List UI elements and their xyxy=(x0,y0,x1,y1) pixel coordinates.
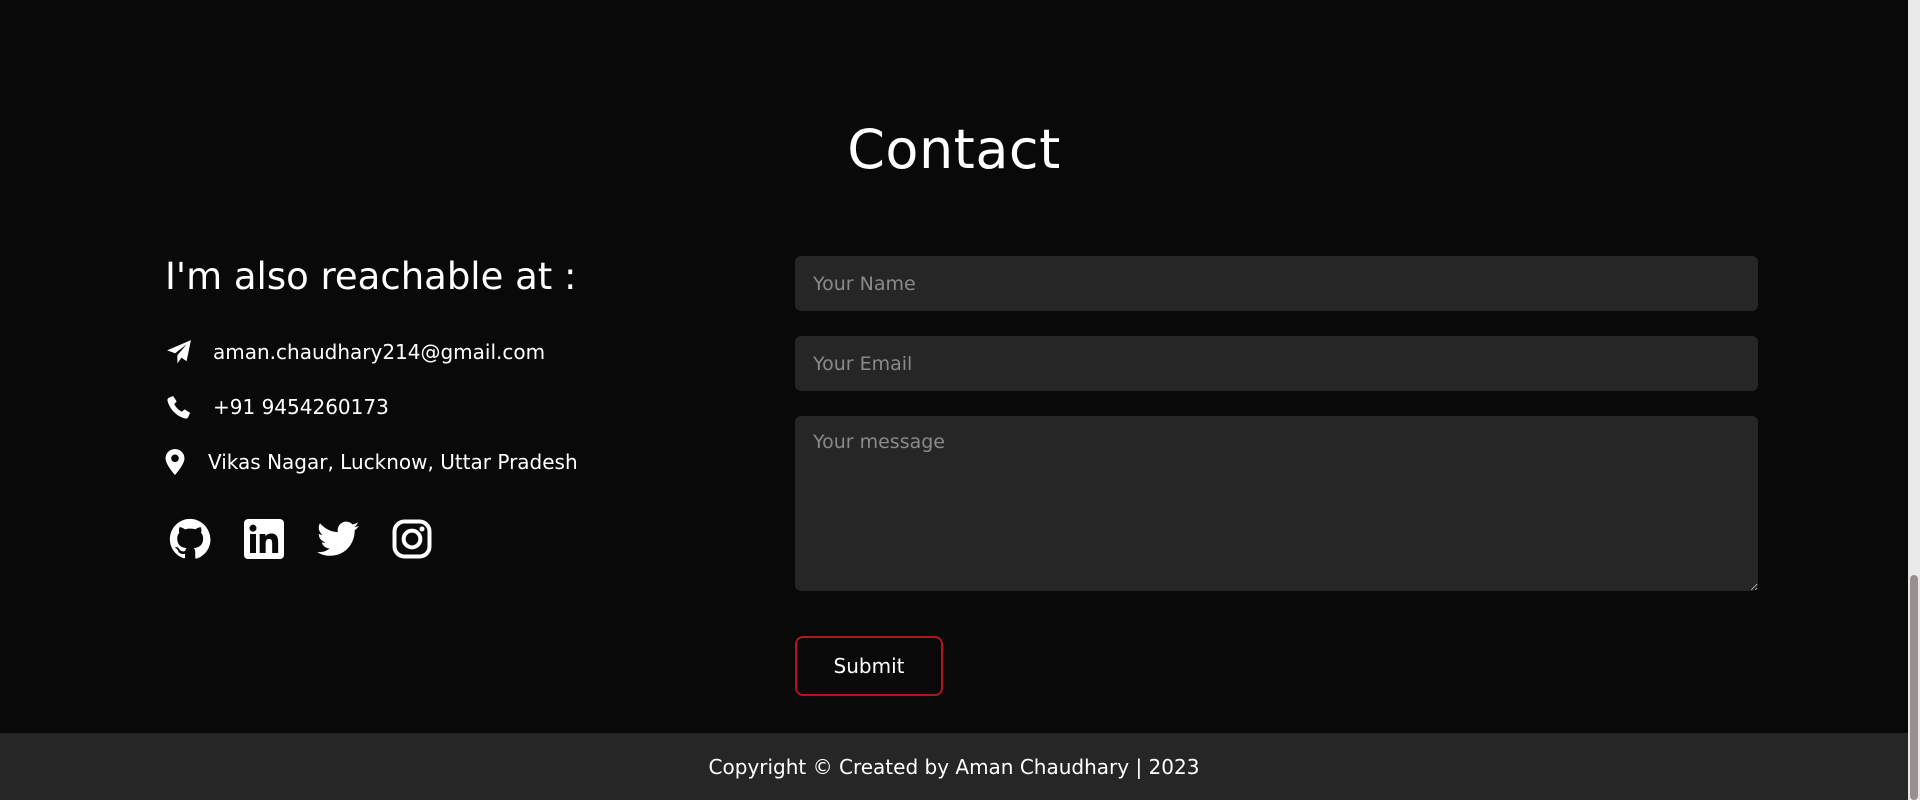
scrollbar[interactable] xyxy=(1908,0,1920,800)
twitter-icon[interactable] xyxy=(317,518,359,560)
copyright-text: Copyright © Created by Aman Chaudhary | … xyxy=(708,754,1200,779)
phone-row: +91 9454260173 xyxy=(165,393,725,421)
contact-info: I'm also reachable at : aman.chaudhary21… xyxy=(165,255,725,560)
reach-heading: I'm also reachable at : xyxy=(165,255,577,298)
paper-plane-icon xyxy=(165,338,193,366)
social-links xyxy=(165,518,725,560)
location-row: Vikas Nagar, Lucknow, Uttar Pradesh xyxy=(165,448,725,476)
instagram-icon[interactable] xyxy=(391,518,433,560)
location-text: Vikas Nagar, Lucknow, Uttar Pradesh xyxy=(208,450,578,474)
message-textarea[interactable] xyxy=(795,416,1758,591)
page-title: Contact xyxy=(847,118,1061,181)
github-icon[interactable] xyxy=(169,518,211,560)
email-input[interactable] xyxy=(795,336,1758,391)
scrollbar-thumb[interactable] xyxy=(1910,575,1918,800)
submit-button[interactable]: Submit xyxy=(795,636,943,696)
phone-text: +91 9454260173 xyxy=(213,395,389,419)
contact-form: Submit xyxy=(795,256,1758,696)
footer: Copyright © Created by Aman Chaudhary | … xyxy=(0,733,1908,800)
phone-icon xyxy=(165,393,193,421)
contact-page: Contact I'm also reachable at : aman.cha… xyxy=(0,0,1920,800)
name-input[interactable] xyxy=(795,256,1758,311)
linkedin-icon[interactable] xyxy=(243,518,285,560)
map-pin-icon xyxy=(165,448,185,476)
email-text: aman.chaudhary214@gmail.com xyxy=(213,340,546,364)
email-row: aman.chaudhary214@gmail.com xyxy=(165,338,725,366)
